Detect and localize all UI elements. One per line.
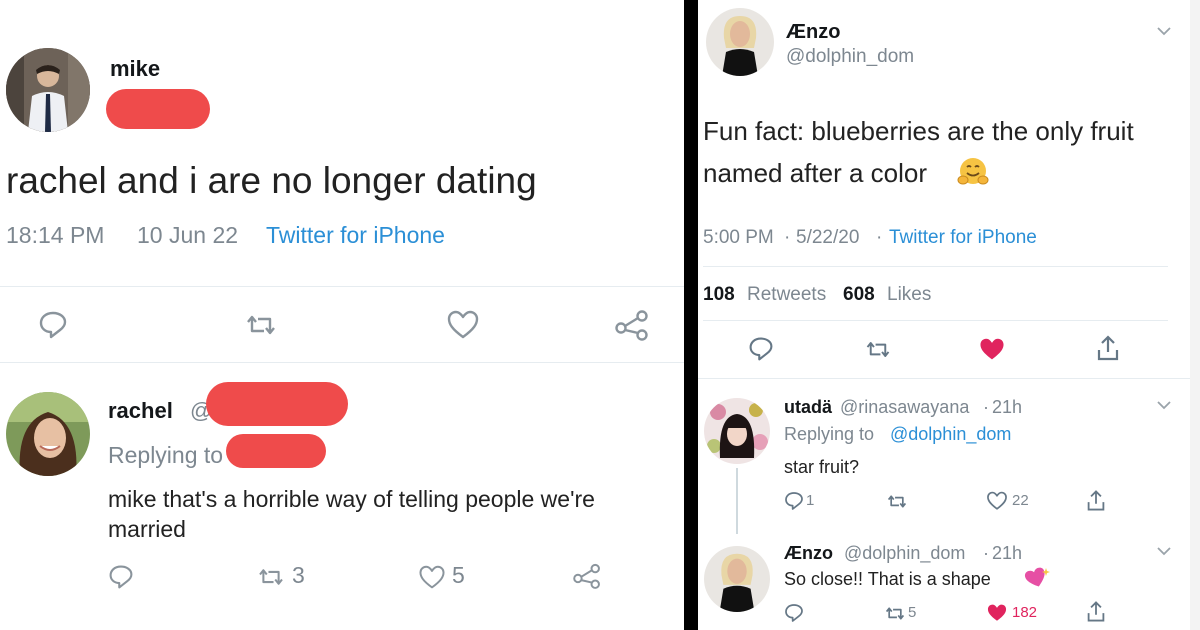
heart-filled-icon[interactable]	[986, 603, 1008, 623]
like-count: 5	[452, 562, 465, 588]
reply-author-name[interactable]: utadä	[784, 397, 832, 418]
retweet-icon[interactable]	[886, 493, 908, 510]
reply-icon[interactable]	[38, 310, 68, 340]
reply-age: 21h	[992, 397, 1023, 417]
tweet-text-line2: named after a color	[703, 158, 928, 188]
retweet-count: 3	[292, 562, 305, 588]
reply-text: So close!! That is a shape	[784, 569, 991, 589]
share-icon[interactable]	[572, 562, 602, 590]
like-count: 182	[1012, 604, 1038, 621]
reply-author-name[interactable]: Ænzo	[784, 543, 833, 564]
retweet-icon[interactable]	[884, 605, 906, 622]
retweet-icon[interactable]	[244, 312, 278, 338]
divider-line	[703, 266, 1168, 267]
like-label[interactable]: Likes	[887, 284, 931, 306]
reply-count: 1	[806, 492, 815, 509]
redacted-replying-handle	[226, 434, 326, 468]
scrollbar-track[interactable]	[1190, 0, 1200, 630]
retweet-count: 5	[908, 604, 917, 621]
right-screenshot: Ænzo @dolphin_dom Fun fact: blueberries …	[698, 0, 1200, 630]
reply-icon[interactable]	[748, 336, 774, 362]
chevron-down-icon[interactable]	[1156, 400, 1172, 410]
reply-author-handle[interactable]: @rinasawayana	[840, 397, 969, 418]
separator-dot: ·	[983, 397, 989, 417]
tweet-source[interactable]: Twitter for iPhone	[889, 227, 1037, 249]
reply-text-line1: mike that's a horrible way of telling pe…	[108, 486, 595, 512]
retweet-icon[interactable]	[864, 339, 892, 360]
divider-line	[0, 362, 684, 363]
reply-text: star fruit?	[784, 457, 860, 477]
tweet-source[interactable]: Twitter for iPhone	[266, 222, 445, 249]
avatar-utada[interactable]	[704, 398, 770, 464]
separator-dot: ·	[876, 227, 883, 248]
tweet-time: 18:14 PM	[6, 222, 105, 248]
reply-icon[interactable]	[108, 564, 134, 590]
heart-filled-icon[interactable]	[978, 337, 1006, 362]
chevron-down-icon[interactable]	[1156, 26, 1172, 36]
reply-text-line2: married	[108, 516, 186, 542]
author-name[interactable]: mike	[110, 56, 160, 82]
sparkling-heart-emoji	[1024, 567, 1050, 587]
retweet-icon[interactable]	[256, 566, 286, 588]
hugging-face-emoji	[957, 158, 989, 185]
share-upload-icon[interactable]	[1086, 489, 1106, 512]
like-count[interactable]: 608	[843, 284, 875, 306]
like-count: 22	[1012, 492, 1029, 509]
tweet-time: 5:00 PM	[703, 227, 774, 248]
panel-divider	[684, 0, 698, 630]
heart-outline-icon[interactable]	[418, 565, 446, 590]
heart-outline-icon[interactable]	[446, 310, 480, 340]
thread-line	[736, 468, 738, 534]
retweet-count[interactable]: 108	[703, 284, 735, 306]
replying-to-label: Replying to	[108, 442, 224, 468]
reply-author-handle[interactable]: @dolphin_dom	[844, 543, 965, 564]
tweet-date: 10 Jun 22	[137, 222, 239, 248]
share-upload-icon[interactable]	[1086, 600, 1106, 623]
avatar-aenzo[interactable]	[706, 8, 774, 76]
tweet-text-line1: Fun fact: blueberries are the only fruit	[703, 116, 1134, 146]
reply-author-name[interactable]: rachel	[108, 398, 173, 424]
tweet-date: 5/22/20	[796, 227, 860, 248]
tweet-text: rachel and i are no longer dating	[6, 160, 537, 201]
avatar-mike[interactable]	[6, 48, 90, 132]
redacted-handle	[106, 89, 210, 129]
divider-line	[0, 286, 684, 287]
avatar-rachel[interactable]	[6, 392, 90, 476]
reply-age: 21h	[992, 543, 1023, 563]
replying-to-handle[interactable]: @dolphin_dom	[890, 424, 1011, 445]
divider-line	[698, 378, 1200, 379]
reply-icon[interactable]	[784, 603, 804, 623]
share-upload-icon[interactable]	[1096, 334, 1120, 362]
retweet-label[interactable]: Retweets	[747, 284, 826, 306]
replying-to-label: Replying to	[784, 424, 875, 444]
author-handle[interactable]: @dolphin_dom	[786, 46, 914, 68]
heart-outline-icon[interactable]	[986, 491, 1008, 511]
chevron-down-icon[interactable]	[1156, 546, 1172, 556]
left-screenshot: mike rachel and i are no longer dating 1…	[0, 0, 684, 630]
divider-line	[703, 320, 1168, 321]
reply-icon[interactable]	[784, 491, 804, 511]
separator-dot: ·	[784, 227, 791, 248]
avatar-aenzo[interactable]	[704, 546, 770, 612]
author-name[interactable]: Ænzo	[786, 21, 840, 44]
separator-dot: ·	[983, 543, 989, 563]
share-icon[interactable]	[614, 308, 650, 342]
redacted-handle	[206, 382, 348, 426]
